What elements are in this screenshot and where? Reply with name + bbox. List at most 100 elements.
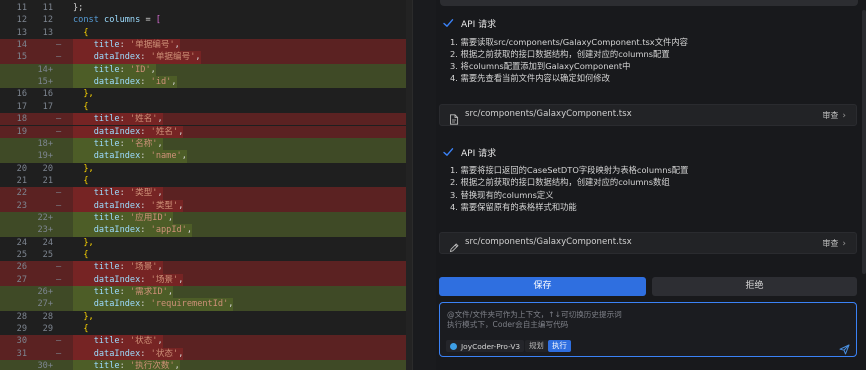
- code-text: dataIndex: 'appId',: [73, 224, 193, 237]
- new-line-number: 21: [42, 175, 53, 186]
- old-line-number: 18: [16, 114, 27, 125]
- code-text: title: '需求ID',: [73, 286, 174, 299]
- code-line: 20 20 },: [0, 163, 412, 175]
- code-line: 29 29 {: [0, 323, 412, 335]
- mode-plan-toggle[interactable]: 规划: [525, 340, 548, 352]
- code-line: 16 16 },: [0, 88, 412, 100]
- pencil-icon: [449, 238, 459, 253]
- code-text: title: '场景',: [73, 261, 163, 274]
- old-line-number: 29: [16, 324, 27, 335]
- step-text: 2. 根据之前获取的接口数据结构，创建对应的columns数组: [450, 177, 670, 187]
- new-line-number: 17: [42, 101, 53, 112]
- new-line-number: 12: [42, 15, 53, 26]
- code-text: dataIndex: '姓名',: [73, 125, 184, 138]
- code-text: dataIndex: '场景',: [73, 273, 184, 287]
- diff-marker: –: [56, 52, 62, 63]
- old-line-number: 23: [16, 200, 27, 211]
- old-line-number: 21: [16, 175, 27, 186]
- code-text: title: '执行次数',: [73, 360, 180, 370]
- code-line: 13 13 {: [0, 27, 412, 39]
- new-line-number: 25: [42, 250, 53, 260]
- file-path[interactable]: src/components/GalaxyComponent.tsx: [465, 109, 632, 119]
- code-text: dataIndex: 'id',: [73, 76, 177, 89]
- api-request-header[interactable]: API 请求: [442, 145, 496, 159]
- model-selector[interactable]: JoyCoder-Pro-V3: [446, 340, 525, 352]
- send-icon[interactable]: [839, 340, 850, 355]
- code-text: },: [83, 163, 94, 174]
- review-button[interactable]: 审查 ›: [822, 238, 846, 249]
- file-path[interactable]: src/components/GalaxyComponent.tsx: [465, 237, 632, 247]
- added-line: 14+ title: 'ID',: [0, 63, 412, 77]
- code-text: {: [83, 175, 89, 186]
- code-line: 28 28 },: [0, 311, 412, 323]
- added-line: 23+ dataIndex: 'appId',: [0, 224, 412, 237]
- code-text: title: '名称',: [73, 137, 163, 151]
- diff-marker: –: [56, 188, 62, 199]
- diff-marker: –: [56, 114, 62, 125]
- added-line: 18+ title: '名称',: [0, 137, 412, 151]
- old-line-number: 22: [16, 188, 27, 199]
- diff-marker: –: [56, 274, 62, 285]
- diff-marker: –: [56, 200, 62, 211]
- code-line: 24 24 },: [0, 237, 412, 249]
- api-request-header[interactable]: API 请求: [442, 16, 496, 30]
- new-line-number: 29: [42, 324, 53, 335]
- code-text: {: [83, 101, 89, 112]
- check-icon: [442, 146, 454, 158]
- api-request-title: API 请求: [461, 148, 497, 159]
- deleted-line: 27 – dataIndex: '场景',: [0, 273, 412, 287]
- diff-editor[interactable]: 11 11}; 12 12 const columns = [13 13 {14 – tit…: [0, 0, 412, 370]
- diff-marker: –: [56, 348, 62, 359]
- added-line: 19+ dataIndex: 'name',: [0, 150, 412, 163]
- new-line-number: 19+: [37, 151, 53, 162]
- review-label: 审查: [822, 239, 839, 248]
- file-icon: [449, 110, 459, 125]
- added-line: 30+ title: '执行次数',: [0, 360, 412, 370]
- check-icon: [442, 17, 454, 29]
- code-text: },: [83, 237, 94, 248]
- old-line-number: 20: [16, 163, 27, 174]
- reject-button[interactable]: 拒绝: [652, 277, 857, 296]
- chat-scrollbar[interactable]: [862, 10, 866, 274]
- step-text: 3. 将columns配置添加到GalaxyComponent中: [450, 61, 631, 71]
- code-text: title: '姓名',: [73, 113, 163, 126]
- api-request-title: API 请求: [461, 19, 497, 30]
- code-text: dataIndex: '状态',: [73, 347, 184, 361]
- file-change-card[interactable]: src/components/GalaxyComponent.tsx 审查 ›: [439, 104, 857, 126]
- new-line-number: 15+: [37, 77, 53, 88]
- new-line-number: 26+: [37, 287, 53, 298]
- code-text: };: [73, 3, 84, 13]
- old-line-number: 11: [16, 3, 27, 13]
- save-button[interactable]: 保存: [439, 277, 646, 296]
- diff-marker: –: [56, 336, 62, 347]
- code-text: {: [83, 250, 89, 260]
- new-line-number: 28: [42, 311, 53, 322]
- code-text: dataIndex: '类型',: [73, 199, 184, 212]
- code-text: },: [83, 311, 94, 322]
- deleted-line: 31 – dataIndex: '状态',: [0, 347, 412, 361]
- old-line-number: 16: [16, 89, 27, 100]
- deleted-line: 14 – title: '单据编号',: [0, 39, 412, 52]
- review-button[interactable]: 审查 ›: [822, 110, 846, 121]
- new-line-number: 23+: [37, 225, 53, 236]
- old-line-number: 15: [16, 52, 27, 63]
- step-text: 2. 根据之前获取的接口数据结构，创建对应的columns配置: [450, 49, 670, 59]
- deleted-line: 23 – dataIndex: '类型',: [0, 199, 412, 212]
- code-text: dataIndex: '单据编号',: [73, 51, 201, 64]
- old-line-number: 27: [16, 274, 27, 285]
- deleted-line: 22 – title: '类型',: [0, 187, 412, 200]
- new-line-number: 22+: [37, 212, 53, 223]
- file-change-card[interactable]: src/components/GalaxyComponent.tsx 审查 ›: [439, 232, 857, 254]
- step-text: 4. 需要先查看当前文件内容以确定如何修改: [450, 73, 610, 83]
- diff-marker: –: [56, 262, 62, 273]
- new-line-number: 13: [42, 27, 53, 38]
- old-line-number: 31: [16, 348, 27, 359]
- prompt-input[interactable]: @文件/文件夹可作为上下文，↑↓可切换历史提示词 执行模式下，Coder会自主编…: [439, 302, 857, 357]
- model-logo-icon: [450, 342, 457, 350]
- chevron-right-icon: ›: [842, 239, 846, 249]
- panel-divider[interactable]: [412, 0, 436, 370]
- deleted-line: 26 – title: '场景',: [0, 261, 412, 274]
- mode-execute-toggle[interactable]: 执行: [548, 340, 571, 352]
- code-text: title: '类型',: [73, 187, 163, 200]
- added-line: 15+ dataIndex: 'id',: [0, 76, 412, 89]
